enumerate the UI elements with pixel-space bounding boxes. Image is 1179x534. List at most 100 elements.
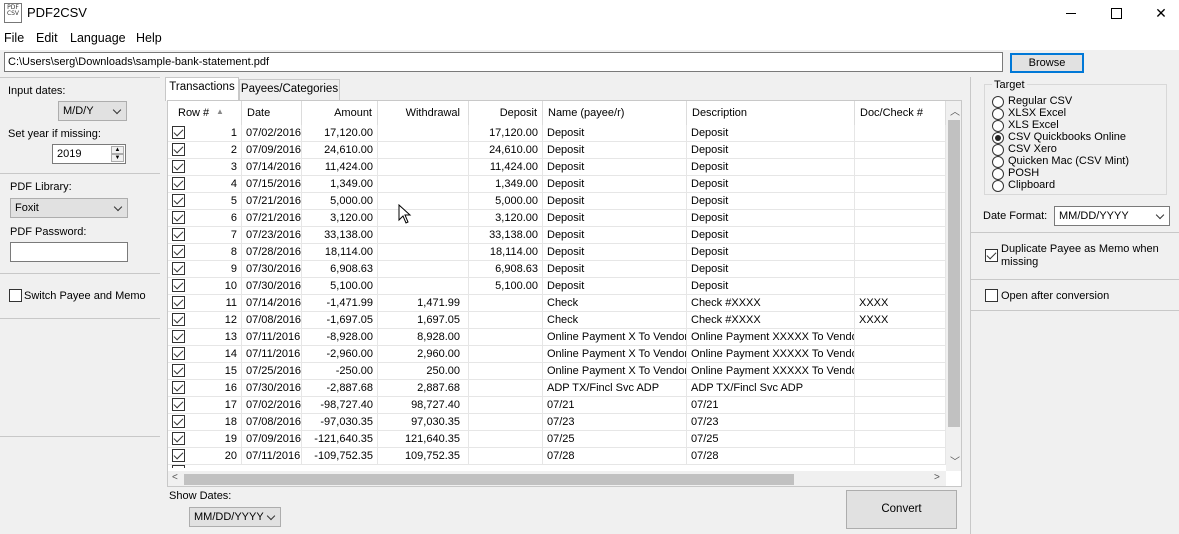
table-row[interactable]: 13 07/11/2016 -8,928.00 8,928.00 Online Paym… <box>168 329 946 346</box>
table-cell: Check #XXXX <box>687 312 855 329</box>
table-row[interactable]: 1 07/02/2016 17,120.00 17,120.00 Deposit Depo… <box>168 125 946 142</box>
row-checkbox[interactable] <box>172 465 185 468</box>
table-cell: 250.00 <box>378 363 469 380</box>
table-cell <box>378 210 469 227</box>
table-row[interactable]: 16 07/30/2016 -2,887.68 2,887.68 ADP TX/Finc… <box>168 380 946 397</box>
year-value: 2019 <box>57 148 82 160</box>
target-radio[interactable] <box>992 180 1004 192</box>
table-cell <box>378 176 469 193</box>
duplicate-payee-checkbox[interactable] <box>985 249 998 262</box>
table-row[interactable]: 9 07/30/2016 6,908.63 6,908.63 Deposit Deposi… <box>168 261 946 278</box>
table-row[interactable]: 8 07/28/2016 18,114.00 18,114.00 Deposit Depo… <box>168 244 946 261</box>
column-header[interactable]: Description <box>687 101 855 125</box>
table-cell: Deposit <box>687 159 855 176</box>
scroll-down-icon[interactable]: ﹀ <box>950 453 960 468</box>
target-option-label: XLSX Excel <box>1008 107 1067 119</box>
table-cell <box>378 278 469 295</box>
browse-button[interactable]: Browse <box>1010 53 1084 73</box>
date-format-select[interactable]: MM/DD/YYYY <box>1054 206 1170 226</box>
column-header[interactable]: Name (payee/r) <box>543 101 687 125</box>
column-header[interactable]: Row # <box>168 101 242 125</box>
table-cell: 5,000.00 <box>469 193 543 210</box>
target-radio[interactable] <box>992 96 1004 108</box>
column-header[interactable]: Withdrawal <box>378 101 469 125</box>
table-cell: 3,120.00 <box>469 210 543 227</box>
table-row[interactable]: 4 07/15/2016 1,349.00 1,349.00 Deposit Deposi… <box>168 176 946 193</box>
column-header[interactable]: Deposit <box>469 101 543 125</box>
table-row[interactable]: 3 07/14/2016 11,424.00 11,424.00 Deposit Depo… <box>168 159 946 176</box>
input-dates-select[interactable]: M/D/Y <box>58 101 127 121</box>
divider <box>0 318 160 319</box>
table-cell <box>469 448 543 465</box>
table-row[interactable]: 7 07/23/2016 33,138.00 33,138.00 Deposit Depo… <box>168 227 946 244</box>
table-row[interactable]: 15 07/25/2016 -250.00 250.00 Online Payment … <box>168 363 946 380</box>
transactions-grid[interactable]: Row # Date Amount Withdrawal Deposit Name (pa… <box>167 100 962 487</box>
table-row[interactable]: 6 07/21/2016 3,120.00 3,120.00 Deposit Deposi… <box>168 210 946 227</box>
table-cell <box>855 380 946 397</box>
table-cell: 5 <box>168 193 242 210</box>
table-cell: 13 <box>168 329 242 346</box>
menu-file[interactable]: File <box>4 31 24 45</box>
table-row[interactable]: 5 07/21/2016 5,000.00 5,000.00 Deposit Deposi… <box>168 193 946 210</box>
scroll-up-icon[interactable]: ︿ <box>950 103 960 118</box>
column-header[interactable]: Amount <box>302 101 378 125</box>
column-header[interactable]: Date <box>242 101 302 125</box>
table-row[interactable]: 11 07/14/2016 -1,471.99 1,471.99 Check Check … <box>168 295 946 312</box>
table-cell: Deposit <box>543 159 687 176</box>
convert-button[interactable]: Convert <box>846 490 957 529</box>
tab-payees-categories[interactable]: Payees/Categories <box>239 79 340 100</box>
table-cell: 8 <box>168 244 242 261</box>
table-cell: Deposit <box>543 261 687 278</box>
menu-language[interactable]: Language <box>70 31 126 45</box>
table-cell <box>855 329 946 346</box>
menu-edit[interactable]: Edit <box>36 31 58 45</box>
tab-transactions[interactable]: Transactions <box>165 77 239 101</box>
table-row[interactable]: 12 07/08/2016 -1,697.05 1,697.05 Check Check … <box>168 312 946 329</box>
horizontal-scroll-thumb[interactable] <box>184 474 794 485</box>
target-radio[interactable] <box>992 132 1004 144</box>
file-path-input[interactable]: C:\Users\serg\Downloads\sample-bank-stat… <box>4 52 1003 72</box>
target-radio[interactable] <box>992 108 1004 120</box>
target-radio[interactable] <box>992 144 1004 156</box>
pdf-password-input[interactable] <box>10 242 128 262</box>
close-icon: ✕ <box>1155 4 1167 21</box>
table-row[interactable]: 14 07/11/2016 -2,960.00 2,960.00 Online Paym… <box>168 346 946 363</box>
spin-down-button[interactable]: ▼ <box>111 154 124 162</box>
pdf-library-select[interactable]: Foxit <box>10 198 128 218</box>
year-spinner[interactable]: 2019 ▲ ▼ <box>52 144 126 164</box>
table-cell <box>469 312 543 329</box>
target-radio[interactable] <box>992 156 1004 168</box>
target-radio[interactable] <box>992 168 1004 180</box>
table-cell: 98,727.40 <box>378 397 469 414</box>
spin-up-button[interactable]: ▲ <box>111 146 124 154</box>
sort-ascending-icon: ▲ <box>216 107 224 116</box>
table-cell <box>855 193 946 210</box>
menu-help[interactable]: Help <box>136 31 162 45</box>
table-row[interactable]: 19 07/09/2016 -121,640.35 121,640.35 07/25 07… <box>168 431 946 448</box>
table-row[interactable]: 10 07/30/2016 5,100.00 5,100.00 Deposit Depos… <box>168 278 946 295</box>
maximize-icon <box>1110 7 1122 19</box>
scroll-right-icon[interactable]: > <box>934 472 940 483</box>
table-cell <box>855 363 946 380</box>
table-cell <box>855 244 946 261</box>
minimize-button[interactable] <box>1048 0 1094 26</box>
table-row[interactable]: 17 07/02/2016 -98,727.40 98,727.40 07/21 07/2… <box>168 397 946 414</box>
table-cell: Deposit <box>543 210 687 227</box>
table-row[interactable]: 18 07/08/2016 -97,030.35 97,030.35 07/23 07/2… <box>168 414 946 431</box>
switch-payee-checkbox[interactable] <box>9 289 22 302</box>
table-cell: 3,120.00 <box>302 210 378 227</box>
table-cell <box>469 295 543 312</box>
vertical-scroll-thumb[interactable] <box>948 120 960 427</box>
show-dates-select[interactable]: MM/DD/YYYY <box>189 507 281 527</box>
maximize-button[interactable] <box>1093 0 1139 26</box>
open-after-checkbox[interactable] <box>985 289 998 302</box>
target-radio[interactable] <box>992 120 1004 132</box>
table-cell: 07/25 <box>687 431 855 448</box>
table-cell: 15 <box>168 363 242 380</box>
table-row[interactable]: 20 07/11/2016 -109,752.35 109,752.35 07/28 07… <box>168 448 946 465</box>
scroll-left-icon[interactable]: < <box>172 472 178 483</box>
table-row[interactable]: 2 07/09/2016 24,610.00 24,610.00 Deposit Depo… <box>168 142 946 159</box>
close-button[interactable]: ✕ <box>1138 0 1179 26</box>
table-cell <box>378 193 469 210</box>
column-header[interactable]: Doc/Check # <box>855 101 946 125</box>
